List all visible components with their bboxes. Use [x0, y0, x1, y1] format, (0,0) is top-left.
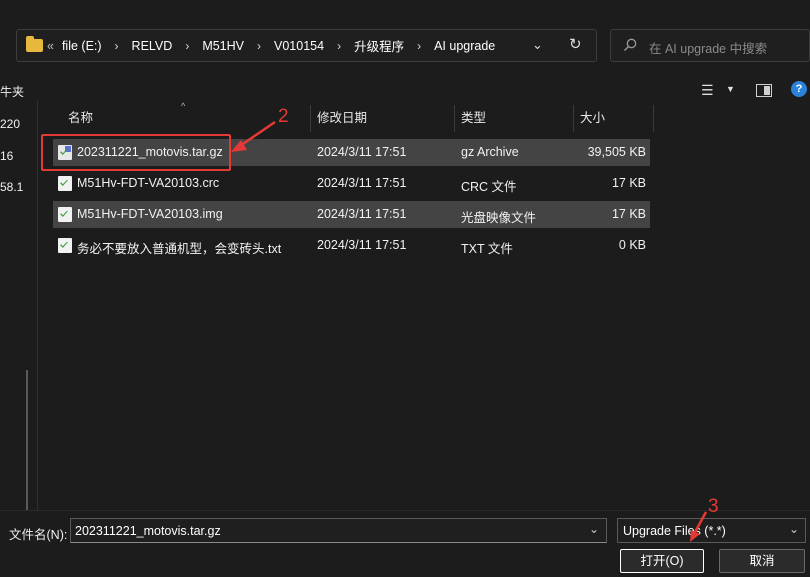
breadcrumb-m51hv[interactable]: M51HV — [202, 39, 244, 53]
column-header-name[interactable]: 名称 — [68, 105, 93, 132]
nav-item[interactable]: 16 — [0, 149, 13, 163]
file-row-crc[interactable]: M51Hv-FDT-VA20103.crc 2024/3/11 17:51 CR… — [53, 170, 650, 197]
breadcrumb-ai-upgrade[interactable]: AI upgrade — [434, 39, 495, 53]
chevron-right-icon[interactable]: › — [115, 39, 119, 53]
breadcrumb-overflow[interactable]: « — [47, 39, 54, 53]
column-header-size[interactable]: 大小 — [580, 105, 605, 132]
file-icon — [58, 238, 72, 253]
search-placeholder: 在 AI upgrade 中搜索 — [649, 42, 768, 56]
file-name: M51Hv-FDT-VA20103.img — [77, 207, 223, 221]
sort-arrow-icon: ^ — [181, 101, 186, 111]
file-row-txt[interactable]: 务必不要放入普通机型，会变砖头.txt 2024/3/11 17:51 TXT … — [53, 232, 650, 259]
file-date: 2024/3/11 17:51 — [317, 176, 407, 190]
view-menu-icon[interactable]: ☰ — [701, 82, 714, 99]
chevron-down-icon[interactable]: ⌄ — [532, 37, 543, 53]
cancel-button[interactable]: 取消 — [719, 549, 805, 573]
file-size: 39,505 KB — [587, 145, 646, 159]
column-divider[interactable] — [310, 105, 311, 132]
file-type: gz Archive — [461, 145, 519, 159]
file-name: 务必不要放入普通机型，会变砖头.txt — [77, 242, 282, 256]
column-divider[interactable] — [454, 105, 455, 132]
folder-icon — [26, 36, 43, 52]
open-button[interactable]: 打开(O) — [620, 549, 704, 573]
filename-label: 文件名(N): — [9, 528, 68, 542]
file-size: 17 KB — [611, 207, 646, 221]
column-header-date[interactable]: 修改日期 — [317, 105, 367, 132]
file-icon — [58, 176, 72, 191]
breadcrumb-upgrade-program[interactable]: 升级程序 — [354, 36, 404, 55]
file-row-img[interactable]: M51Hv-FDT-VA20103.img 2024/3/11 17:51 光盘… — [53, 201, 650, 228]
file-date: 2024/3/11 17:51 — [317, 238, 407, 252]
file-type: TXT 文件 — [461, 242, 513, 256]
breadcrumb-v010154[interactable]: V010154 — [274, 39, 324, 53]
column-divider[interactable] — [573, 105, 574, 132]
annotation-step-3: 3 — [708, 496, 719, 517]
navigation-pane: 220 16 58.1 — [0, 100, 38, 577]
address-bar[interactable]: « file (E:) › RELVD › M51HV › V010154 › … — [16, 29, 597, 62]
nav-item[interactable]: 58.1 — [0, 180, 23, 194]
chevron-right-icon[interactable]: › — [417, 39, 421, 53]
breadcrumb: « file (E:) › RELVD › M51HV › V010154 › … — [47, 30, 495, 61]
chevron-down-icon[interactable]: ⌄ — [789, 522, 799, 536]
chevron-right-icon[interactable]: › — [337, 39, 341, 53]
file-name: M51Hv-FDT-VA20103.crc — [77, 176, 220, 190]
nav-item[interactable]: 220 — [0, 117, 20, 131]
nav-pane-fragment[interactable]: 牛夹 — [0, 83, 24, 100]
file-size: 0 KB — [618, 238, 646, 252]
annotation-step-2: 2 — [278, 106, 289, 127]
help-icon[interactable]: ? — [791, 81, 807, 97]
filename-field[interactable]: ⌄ — [70, 518, 607, 543]
breadcrumb-relvd[interactable]: RELVD — [132, 39, 173, 53]
annotation-highlight-box — [41, 134, 231, 171]
preview-pane-icon[interactable] — [756, 84, 772, 97]
search-icon — [624, 38, 637, 51]
column-divider[interactable] — [653, 105, 654, 132]
filename-input[interactable] — [75, 523, 575, 539]
top-bar: « file (E:) › RELVD › M51HV › V010154 › … — [0, 0, 810, 74]
search-box[interactable]: 在 AI upgrade 中搜索 — [610, 29, 810, 62]
view-dropdown-icon[interactable]: ▼ — [726, 84, 735, 94]
chevron-right-icon[interactable]: › — [257, 39, 261, 53]
refresh-icon[interactable]: ↻ — [569, 35, 582, 53]
file-type: 光盘映像文件 — [461, 211, 537, 225]
breadcrumb-drive[interactable]: file (E:) — [62, 39, 102, 53]
file-size: 17 KB — [611, 176, 646, 190]
file-type: CRC 文件 — [461, 180, 517, 194]
file-date: 2024/3/11 17:51 — [317, 145, 407, 159]
column-header-type[interactable]: 类型 — [461, 105, 486, 132]
file-icon — [58, 207, 72, 222]
chevron-right-icon[interactable]: › — [185, 39, 189, 53]
chevron-down-icon[interactable]: ⌄ — [589, 522, 599, 536]
file-date: 2024/3/11 17:51 — [317, 207, 407, 221]
